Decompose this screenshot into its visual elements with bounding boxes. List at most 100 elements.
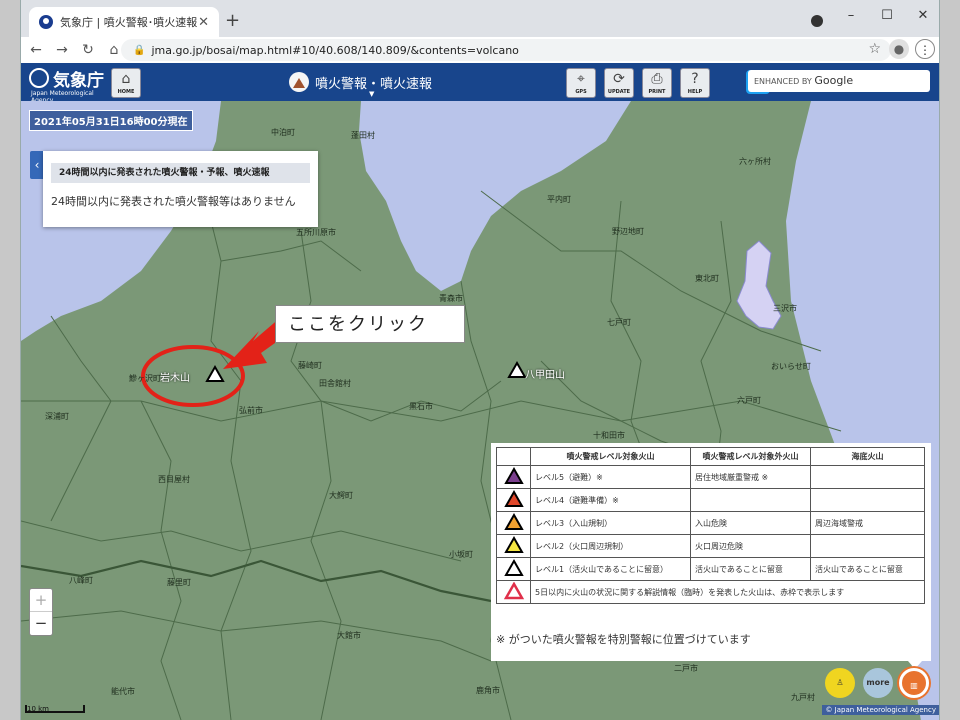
back-arrow-icon[interactable]: ← (25, 42, 47, 58)
update-button[interactable]: ⟳ UPDATE (604, 68, 634, 98)
legend-cell (690, 488, 811, 512)
panel-heading: 24時間以内に発表された噴火警報・予報、噴火速報 (51, 163, 310, 183)
new-tab-button[interactable]: + (225, 10, 240, 31)
legend-swatch (496, 511, 531, 535)
printer-icon: ⎙ (651, 71, 663, 87)
toolbar-right: ● ⋮ (889, 39, 935, 59)
home-button-label: HOME (117, 89, 135, 95)
town-label: 小坂町 (449, 550, 473, 559)
click-here-callout: ここをクリック (275, 305, 465, 343)
tab-close-icon[interactable]: ✕ (198, 15, 209, 30)
info-panel: 24時間以内に発表された噴火警報・予報、噴火速報 24時間以内に発表された噴火警… (43, 151, 318, 227)
print-button[interactable]: ⎙ PRINT (642, 68, 672, 98)
book-icon: ▥ (910, 681, 918, 690)
hakkoda-volcano-label[interactable]: 八甲田山 (525, 366, 565, 381)
town-label: 十和田市 (593, 431, 625, 440)
legend-cell: 入山危険 (690, 511, 811, 535)
google-search-input[interactable]: ENHANCED BY Google (748, 70, 930, 92)
minimize-button[interactable]: – (833, 0, 869, 32)
jma-logo[interactable]: 気象庁 Japan Meteorological Agency (27, 66, 107, 104)
legend-swatch (496, 580, 531, 604)
home-button[interactable]: ⌂ HOME (111, 68, 141, 98)
crosshair-icon: ⌖ (577, 71, 585, 87)
panel-message: 24時間以内に発表された噴火警報等はありません (51, 195, 296, 208)
legend-table: 噴火警戒レベル対象火山 噴火警戒レベル対象外火山 海底火山 レベル5（避難）※ … (496, 447, 925, 604)
town-label: おいらせ町 (771, 362, 811, 371)
close-window-button[interactable]: ✕ (905, 0, 939, 32)
town-label: 鹿角市 (476, 686, 500, 695)
maximize-button[interactable]: ☐ (869, 0, 905, 32)
volcano-icon (289, 72, 309, 92)
map-tool-button[interactable]: ♙ (825, 668, 855, 698)
search-prefix: ENHANCED BY (754, 77, 812, 86)
legend-swatch (496, 488, 531, 512)
refresh-icon: ⟳ (613, 71, 625, 87)
town-label: 能代市 (111, 687, 135, 696)
map-canvas[interactable]: 中泊町 蓬田村 六ヶ所村 平内町 野辺地町 五所川原市 東北町 三沢市 青森市 … (21, 101, 939, 720)
town-label: 深浦町 (45, 412, 69, 421)
zoom-out-button[interactable]: − (30, 612, 52, 635)
triangle-icon (503, 489, 524, 507)
town-label: 七戸町 (607, 318, 631, 327)
timestamp-label: 2021年05月31日16時00分現在 (29, 110, 193, 131)
help-button[interactable]: ? HELP (680, 68, 710, 98)
legend-cell: レベル1（活火山であることに留意） (530, 557, 691, 581)
town-label: 八峰町 (69, 576, 93, 585)
legend-red-note: 5日以内に火山の状況に関する解説情報（臨時）を発表した火山は、赤枠で表示します (530, 580, 925, 604)
tab-title: 気象庁 | 噴火警報･噴火速報 (60, 16, 198, 29)
reload-icon[interactable]: ↻ (77, 42, 99, 58)
logo-text: 気象庁 (53, 71, 104, 91)
town-label: 二戸市 (674, 664, 698, 673)
more-button[interactable]: more (863, 668, 893, 698)
help-label: HELP (687, 89, 703, 95)
forward-arrow-icon[interactable]: → (51, 42, 73, 58)
iwaki-volcano-marker[interactable] (205, 364, 225, 382)
browser-window: 気象庁 | 噴火警報･噴火速報 ✕ + – ☐ ✕ ← → ↻ ⌂ 🔒 jma.… (20, 0, 940, 720)
chevron-left-icon: ‹ (34, 158, 40, 172)
town-label: 三沢市 (773, 304, 797, 313)
window-controls: – ☐ ✕ (833, 0, 939, 32)
hakkoda-volcano-marker[interactable] (507, 360, 527, 378)
legend-cell (810, 488, 925, 512)
print-label: PRINT (648, 89, 666, 95)
tab-strip: 気象庁 | 噴火警報･噴火速報 ✕ + – ☐ ✕ (21, 0, 939, 37)
account-icon[interactable]: ● (889, 39, 909, 59)
town-label: 大鰐町 (329, 491, 353, 500)
legend-header: 噴火警戒レベル対象火山 (530, 447, 691, 466)
town-label: 六ヶ所村 (739, 157, 771, 166)
triangle-icon (503, 512, 524, 530)
town-label: 鰺ヶ沢町 (129, 374, 161, 383)
panel-collapse-button[interactable]: ‹ (30, 151, 44, 179)
lake-ogawara (736, 240, 782, 330)
browser-tab[interactable]: 気象庁 | 噴火警報･噴火速報 ✕ (29, 7, 219, 37)
zoom-control: + − (29, 588, 53, 636)
legend-book-button[interactable]: ▥ (899, 668, 929, 698)
triangle-icon (503, 558, 524, 576)
town-label: 田舎館村 (319, 379, 351, 388)
gps-button[interactable]: ⌖ GPS (566, 68, 596, 98)
url-text: jma.go.jp/bosai/map.html#10/40.608/140.8… (151, 43, 519, 57)
question-icon: ? (691, 71, 699, 87)
zoom-in-button[interactable]: + (30, 589, 52, 612)
legend-swatch (496, 557, 531, 581)
profile-indicator-icon[interactable] (811, 15, 823, 27)
town-label: 西目屋村 (158, 475, 190, 484)
more-label: more (866, 678, 890, 687)
house-icon: ⌂ (121, 71, 131, 87)
legend-cell: 周辺海域警戒 (810, 511, 925, 535)
address-bar[interactable]: 🔒 jma.go.jp/bosai/map.html#10/40.608/140… (121, 39, 891, 61)
mutsu-bay (359, 101, 631, 291)
content-menu[interactable]: 噴火警報・噴火速報 ▼ (289, 68, 432, 98)
bookmark-star-icon[interactable]: ☆ (868, 41, 881, 57)
menu-dots-icon[interactable]: ⋮ (915, 39, 935, 59)
legend-header-blank (496, 447, 531, 466)
legend-footnote: ※ がついた噴火警報を特別警報に位置づけています (496, 633, 751, 646)
legend-header: 噴火警戒レベル対象外火山 (690, 447, 811, 466)
legend-cell (810, 534, 925, 558)
lock-icon: 🔒 (133, 44, 146, 56)
gps-label: GPS (575, 89, 587, 95)
navigation-bar: ← → ↻ ⌂ 🔒 jma.go.jp/bosai/map.html#10/40… (21, 37, 939, 63)
iwaki-volcano-label[interactable]: 岩木山 (160, 369, 190, 384)
town-label: 弘前市 (239, 406, 263, 415)
town-label: 藤崎町 (298, 361, 322, 370)
